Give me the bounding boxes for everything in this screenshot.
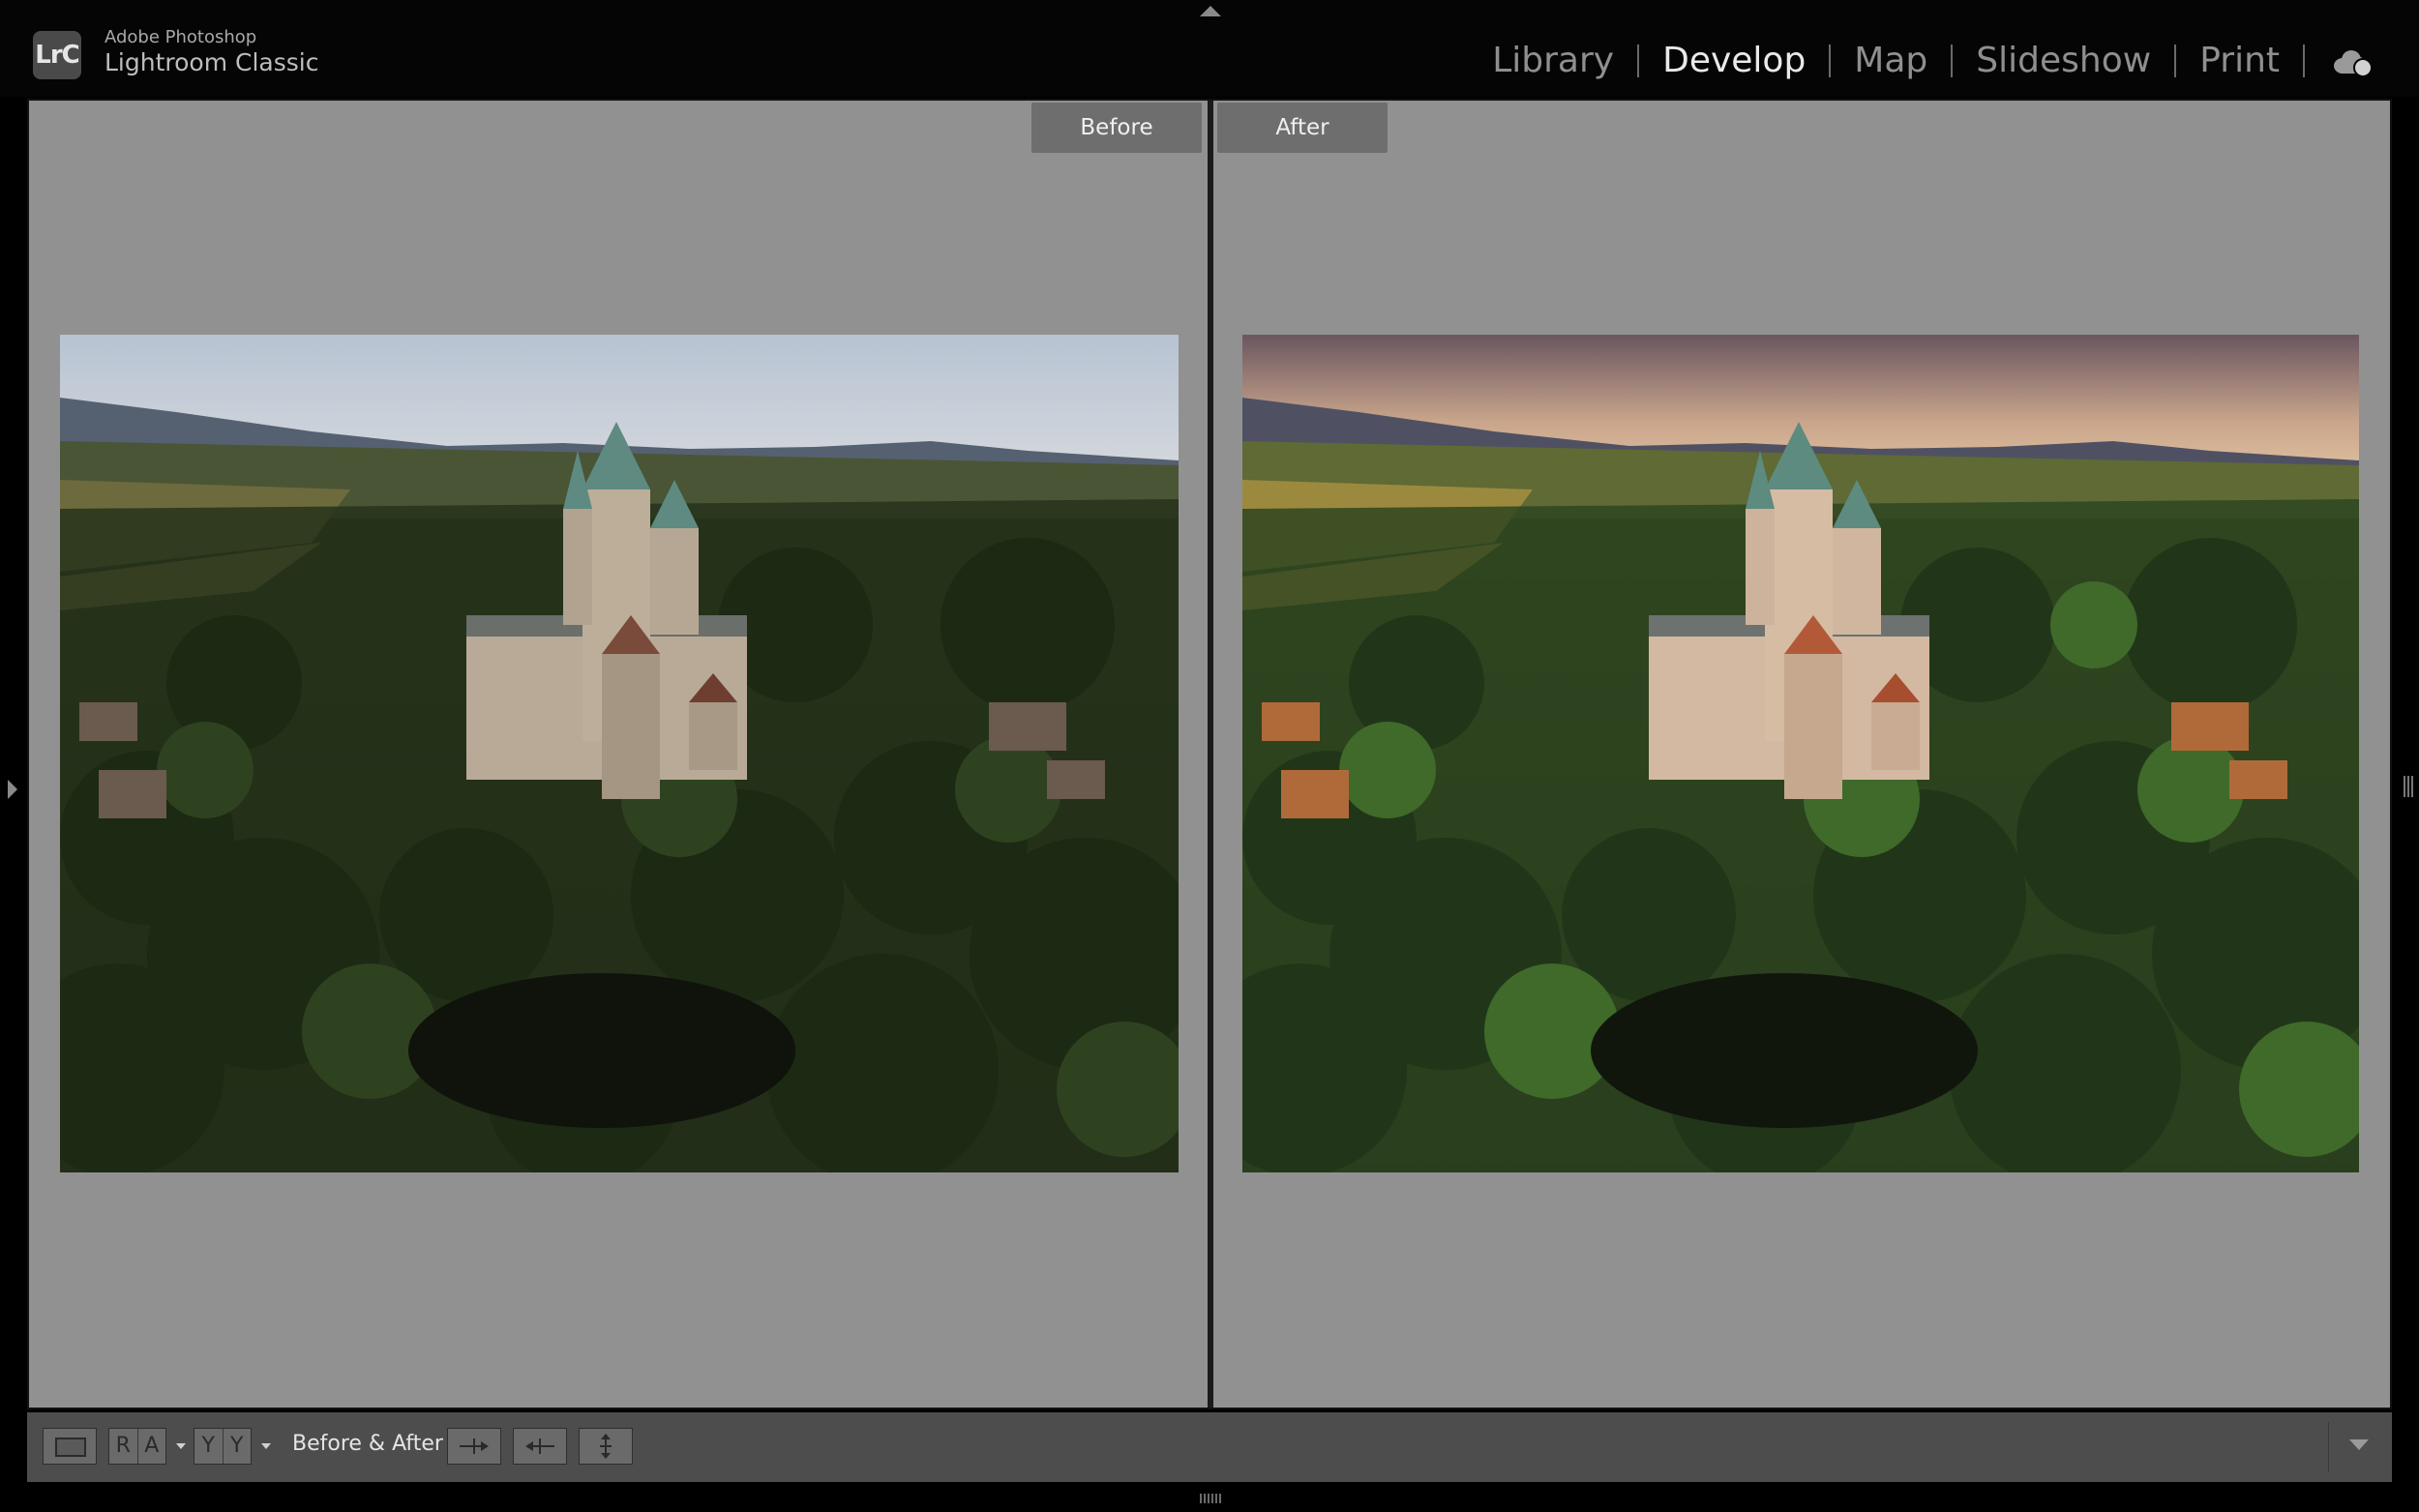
cloud-sync-icon[interactable] (2330, 46, 2373, 77)
arrow-right-icon (460, 1438, 489, 1454)
copy-after-to-before-button[interactable] (513, 1428, 567, 1465)
loupe-view-icon (55, 1438, 86, 1457)
before-label: Before (1031, 103, 1202, 153)
loupe-view-button[interactable] (43, 1428, 97, 1465)
after-label: After (1217, 103, 1388, 153)
module-map[interactable]: Map (1831, 41, 1951, 80)
left-panel-toggle-icon[interactable] (8, 780, 17, 799)
right-panel-grip-icon[interactable] (2404, 776, 2415, 797)
top-panel-toggle-icon[interactable] (1200, 6, 1221, 16)
swap-icon (600, 1434, 612, 1459)
chevron-down-icon[interactable] (261, 1443, 271, 1449)
pane-divider (1208, 101, 1213, 1408)
before-after-left-right-button[interactable]: R A (108, 1428, 166, 1465)
yy-right-glyph: Y (230, 1434, 244, 1458)
app-vendor: Adobe Photoshop (105, 27, 257, 47)
before-after-caption: Before & After : (292, 1432, 458, 1456)
module-library[interactable]: Library (1469, 41, 1637, 80)
toolbar-menu-chevron-icon[interactable] (2349, 1439, 2369, 1450)
before-photo[interactable] (60, 335, 1179, 1172)
app-logo: LrC (33, 31, 81, 79)
module-slideshow[interactable]: Slideshow (1953, 41, 2174, 80)
chevron-down-icon[interactable] (176, 1443, 186, 1449)
module-picker: Library Develop Map Slideshow Print (1469, 41, 2373, 80)
ra-right-glyph: A (144, 1434, 160, 1458)
before-after-split-button[interactable]: Y Y (194, 1428, 252, 1465)
module-develop[interactable]: Develop (1639, 41, 1829, 80)
ra-left-glyph: R (109, 1429, 138, 1464)
filmstrip-grip-icon[interactable] (1200, 1494, 1223, 1503)
copy-before-to-after-button[interactable] (447, 1428, 501, 1465)
module-print[interactable]: Print (2176, 41, 2303, 80)
arrow-left-icon (525, 1438, 554, 1454)
module-separator (2303, 44, 2305, 77)
yy-left-glyph: Y (194, 1429, 224, 1464)
swap-before-after-button[interactable] (579, 1428, 633, 1465)
after-photo[interactable] (1242, 335, 2359, 1172)
toolbar-divider (2328, 1422, 2329, 1472)
app-name: Lightroom Classic (105, 48, 319, 76)
